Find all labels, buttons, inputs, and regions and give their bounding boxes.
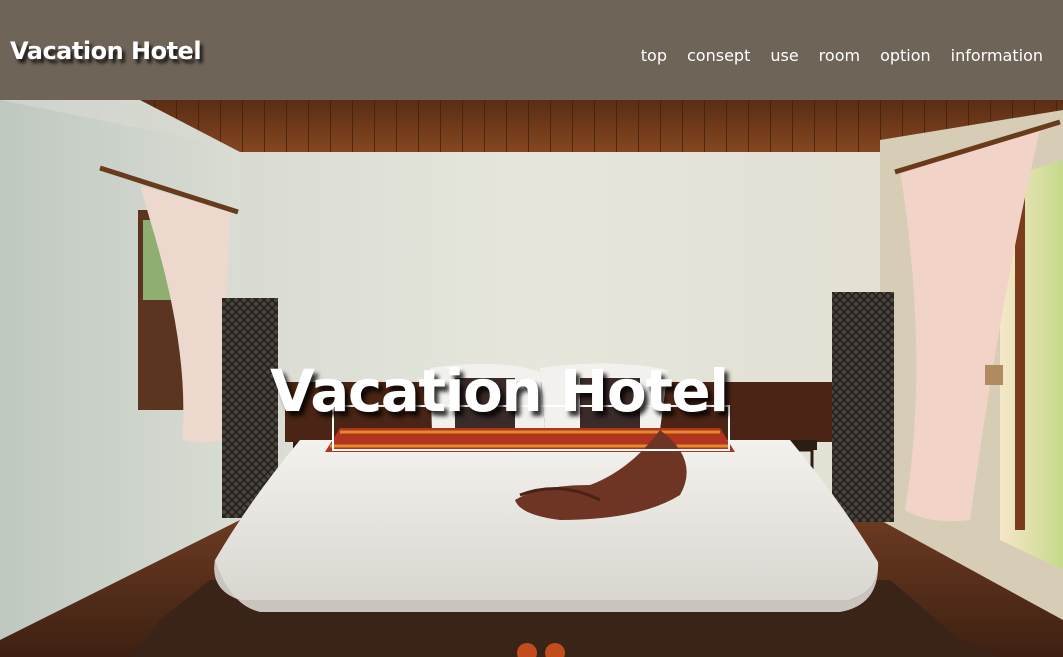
hero-section: Vacation Hotel xyxy=(0,100,1063,657)
nav-item-top[interactable]: top xyxy=(641,46,667,65)
nav-item-use[interactable]: use xyxy=(770,46,798,65)
hero-title: Vacation Hotel xyxy=(270,357,729,425)
site-logo[interactable]: Vacation Hotel xyxy=(10,37,202,65)
nav-item-information[interactable]: information xyxy=(951,46,1043,65)
site-header: Vacation Hotel top consept use room opti… xyxy=(0,0,1063,100)
nav-item-room[interactable]: room xyxy=(819,46,860,65)
nav-item-option[interactable]: option xyxy=(880,46,931,65)
nav-item-consept[interactable]: consept xyxy=(687,46,750,65)
main-nav: top consept use room option information xyxy=(621,46,1043,65)
